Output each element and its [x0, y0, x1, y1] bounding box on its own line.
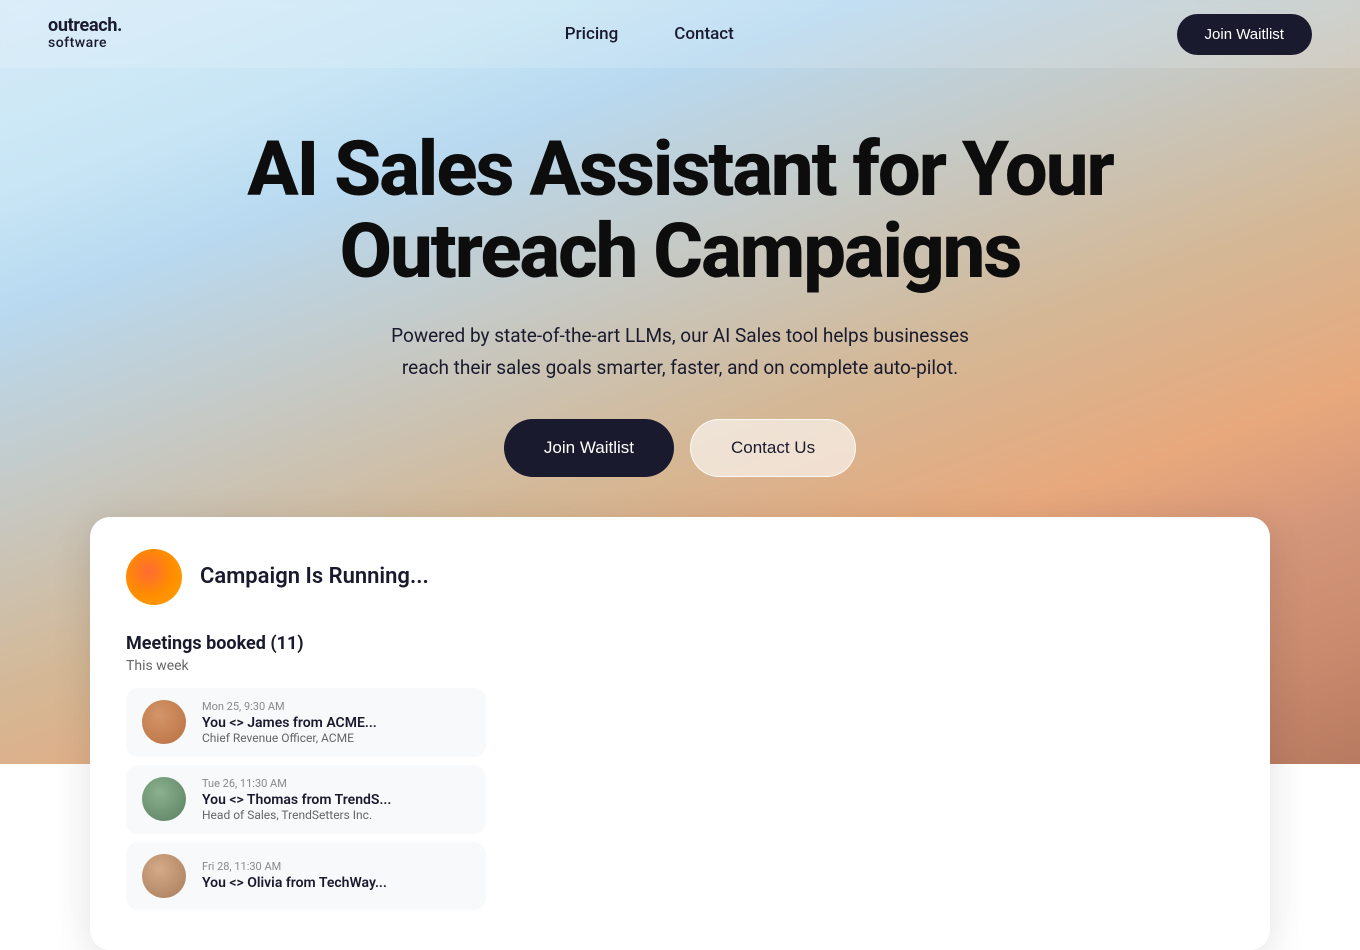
meetings-title: Meetings booked (11) — [126, 633, 1234, 654]
hero-buttons: Join Waitlist Contact Us — [0, 419, 1360, 477]
avatar-3 — [142, 854, 186, 898]
avatar-2 — [142, 777, 186, 821]
meeting-item-1: Mon 25, 9:30 AM You <> James from ACME..… — [126, 688, 486, 757]
meetings-week-label: This week — [126, 658, 1234, 674]
meeting-info-3: Fri 28, 11:30 AM You <> Olivia from Tech… — [202, 860, 387, 891]
campaign-icon — [126, 549, 182, 605]
meeting-time-3: Fri 28, 11:30 AM — [202, 860, 387, 873]
card-header: Campaign Is Running... — [126, 549, 1234, 605]
meeting-time-1: Mon 25, 9:30 AM — [202, 700, 377, 713]
logo: outreach. software — [48, 16, 122, 51]
meeting-info-1: Mon 25, 9:30 AM You <> James from ACME..… — [202, 700, 377, 745]
contact-us-button-hero[interactable]: Contact Us — [690, 419, 856, 477]
campaign-title: Campaign Is Running... — [200, 564, 429, 589]
navbar: outreach. software Pricing Contact Join … — [0, 0, 1360, 68]
meeting-role-2: Head of Sales, TrendSetters Inc. — [202, 808, 391, 822]
app-preview-card: Campaign Is Running... Meetings booked (… — [90, 517, 1270, 950]
meeting-name-1: You <> James from ACME... — [202, 715, 377, 731]
meeting-info-2: Tue 26, 11:30 AM You <> Thomas from Tren… — [202, 777, 391, 822]
join-waitlist-button-nav[interactable]: Join Waitlist — [1177, 14, 1312, 55]
meeting-item-2: Tue 26, 11:30 AM You <> Thomas from Tren… — [126, 765, 486, 834]
meeting-role-1: Chief Revenue Officer, ACME — [202, 731, 377, 745]
avatar-1 — [142, 700, 186, 744]
meeting-name-3: You <> Olivia from TechWay... — [202, 875, 387, 891]
logo-sub: software — [48, 36, 122, 51]
hero-subtitle: Powered by state-of-the-art LLMs, our AI… — [380, 320, 980, 383]
nav-link-pricing[interactable]: Pricing — [565, 24, 619, 44]
nav-link-contact[interactable]: Contact — [674, 24, 734, 44]
hero-section: AI Sales Assistant for Your Outreach Cam… — [0, 68, 1360, 517]
hero-title: AI Sales Assistant for Your Outreach Cam… — [230, 128, 1130, 292]
logo-main: outreach. — [48, 16, 122, 36]
meeting-item-3: Fri 28, 11:30 AM You <> Olivia from Tech… — [126, 842, 486, 910]
meeting-time-2: Tue 26, 11:30 AM — [202, 777, 391, 790]
meetings-section: Meetings booked (11) This week Mon 25, 9… — [126, 633, 1234, 910]
nav-links: Pricing Contact — [565, 24, 734, 44]
meeting-name-2: You <> Thomas from TrendS... — [202, 792, 391, 808]
join-waitlist-button-hero[interactable]: Join Waitlist — [504, 419, 674, 477]
